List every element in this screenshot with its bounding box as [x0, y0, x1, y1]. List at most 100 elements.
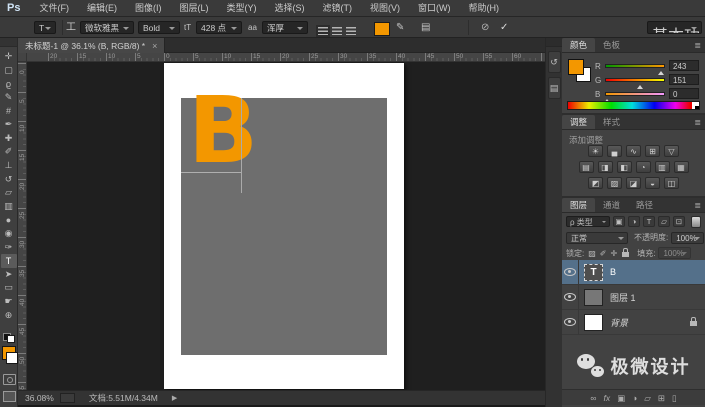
link-layers-button[interactable]: ∞: [590, 393, 596, 403]
filter-toggle-switch[interactable]: [691, 216, 701, 228]
black-swatch[interactable]: [695, 106, 699, 110]
default-colors-icon[interactable]: [3, 333, 15, 343]
text-layer-letter[interactable]: B: [188, 85, 258, 177]
panel-tab[interactable]: 路径: [628, 198, 661, 212]
layer-filter-select[interactable]: ρ 类型: [566, 216, 610, 227]
tool-healing-brush[interactable]: ✚: [1, 132, 17, 146]
font-size-select[interactable]: 428 点: [196, 21, 242, 34]
anti-alias-select[interactable]: 浑厚: [262, 21, 308, 34]
dock-grip[interactable]: [546, 38, 562, 47]
channel-slider[interactable]: [605, 78, 665, 82]
align-center-button[interactable]: [332, 27, 342, 35]
fill-select[interactable]: 100%: [658, 247, 691, 259]
tool-marquee[interactable]: ▢: [1, 64, 17, 78]
adjustment-gradient-map[interactable]: ◒: [645, 177, 660, 189]
tool-rectangle[interactable]: ▭: [1, 281, 17, 295]
adjustment-curves[interactable]: ∿: [626, 145, 641, 157]
tool-move[interactable]: ✛: [1, 50, 17, 64]
panel-menu-icon[interactable]: ≣: [694, 202, 701, 210]
filter-pixel-layers[interactable]: ▣: [613, 216, 625, 227]
tool-history-brush[interactable]: ↺: [1, 172, 17, 186]
tool-blur[interactable]: ●: [1, 213, 17, 227]
layer-name[interactable]: 背景: [610, 316, 685, 329]
tool-preset-picker[interactable]: T: [34, 21, 56, 34]
visibility-toggle[interactable]: [562, 260, 579, 285]
adjustment-color-lookup[interactable]: ▦: [674, 161, 689, 173]
status-arrow-icon[interactable]: ▶: [172, 394, 177, 402]
tool-brush[interactable]: ✐: [1, 145, 17, 159]
workspace-switcher[interactable]: 基本功能: [647, 21, 702, 34]
tool-clone-stamp[interactable]: ⊥: [1, 159, 17, 173]
tool-gradient[interactable]: ▥: [1, 200, 17, 214]
menu-item[interactable]: 类型(Y): [217, 0, 265, 16]
layer-name[interactable]: B: [610, 267, 705, 277]
panel-tab[interactable]: 调整: [562, 115, 595, 129]
adjustment-threshold[interactable]: ◪: [626, 177, 641, 189]
adjustment-photo-filter[interactable]: ◔: [636, 161, 651, 173]
tool-quick-selection[interactable]: ✎: [1, 91, 17, 105]
adjustment-selective-color[interactable]: ◫: [664, 177, 679, 189]
lock-move[interactable]: ✛: [611, 249, 618, 258]
cancel-edit-button[interactable]: ⊘: [481, 21, 489, 34]
new-layer-button[interactable]: ⊞: [658, 393, 665, 403]
filter-adjustment-layers[interactable]: ◑: [628, 216, 640, 227]
blend-mode-select[interactable]: 正常: [566, 232, 628, 244]
menu-item[interactable]: 滤镜(T): [313, 0, 361, 16]
tool-dodge[interactable]: ◉: [1, 227, 17, 241]
lock-transparency[interactable]: ▨: [588, 249, 596, 258]
menu-item[interactable]: 帮助(H): [459, 0, 508, 16]
layer-row[interactable]: 图层 1: [562, 285, 705, 310]
horizontal-ruler[interactable]: 2015105051015202530354045505560: [27, 53, 545, 62]
new-adjustment-layer-button[interactable]: ◑: [632, 393, 637, 403]
layer-thumbnail[interactable]: [584, 314, 603, 331]
tool-pen[interactable]: ✑: [1, 240, 17, 254]
canvas-pasteboard[interactable]: B: [27, 62, 545, 390]
menu-item[interactable]: 文件(F): [30, 0, 78, 16]
align-right-button[interactable]: [346, 27, 356, 35]
panel-menu-icon[interactable]: ≣: [694, 42, 701, 50]
zoom-level-field[interactable]: 36.08%: [25, 393, 54, 403]
panel-tab[interactable]: 样式: [595, 115, 628, 129]
foreground-color-swatch[interactable]: [568, 59, 584, 75]
menu-item[interactable]: 视图(V): [361, 0, 409, 16]
layer-row[interactable]: 背景: [562, 310, 705, 335]
panel-tab[interactable]: 图层: [562, 198, 595, 212]
lock-all-icon[interactable]: [622, 252, 629, 257]
layer-effects-button[interactable]: fx: [603, 393, 610, 403]
layer-row[interactable]: T B: [562, 260, 705, 285]
add-mask-button[interactable]: ▣: [617, 393, 625, 403]
slider-thumb[interactable]: [658, 68, 664, 75]
adjustment-brightness-contrast[interactable]: ☀: [588, 145, 603, 157]
adjustment-exposure[interactable]: ⊞: [645, 145, 660, 157]
channel-value-field[interactable]: 243: [669, 60, 699, 71]
screen-mode-button[interactable]: [3, 391, 16, 402]
filter-type-layers[interactable]: T: [643, 216, 655, 227]
text-orientation-toggle-icon[interactable]: 工: [66, 21, 76, 34]
adjustment-posterize[interactable]: ▨: [607, 177, 622, 189]
filter-shape-layers[interactable]: ▱: [658, 216, 670, 227]
menu-item[interactable]: 图像(I): [126, 0, 171, 16]
tool-path-selection[interactable]: ➤: [1, 268, 17, 282]
document-tab[interactable]: 未标题-1 @ 36.1% (B, RGB/8) * ×: [18, 38, 165, 53]
panel-menu-icon[interactable]: ≣: [694, 119, 701, 127]
layer-thumbnail[interactable]: [584, 289, 603, 306]
tool-hand[interactable]: ☛: [1, 295, 17, 309]
align-left-button[interactable]: [318, 27, 328, 35]
panel-tab[interactable]: 通道: [595, 198, 628, 212]
channel-slider[interactable]: [605, 64, 665, 68]
warp-text-button[interactable]: ✎: [396, 21, 404, 34]
adjustment-vibrance[interactable]: ▽: [664, 145, 679, 157]
opacity-select[interactable]: 100%: [671, 232, 704, 244]
dock-properties-panel[interactable]: ▤: [548, 77, 561, 99]
layer-name[interactable]: 图层 1: [610, 291, 705, 304]
toolbox-grip[interactable]: [0, 38, 17, 47]
commit-edit-button[interactable]: ✓: [500, 21, 508, 34]
vertical-ruler[interactable]: 0510152025303540455055: [18, 62, 27, 390]
tool-crop[interactable]: #: [1, 104, 17, 118]
adjustment-levels[interactable]: ▄: [607, 145, 622, 157]
adjustment-invert[interactable]: ◩: [588, 177, 603, 189]
quick-mask-button[interactable]: [3, 374, 16, 385]
panel-tab[interactable]: 颜色: [562, 38, 595, 52]
channel-value-field[interactable]: 0: [669, 88, 699, 99]
menu-item[interactable]: 编辑(E): [78, 0, 126, 16]
